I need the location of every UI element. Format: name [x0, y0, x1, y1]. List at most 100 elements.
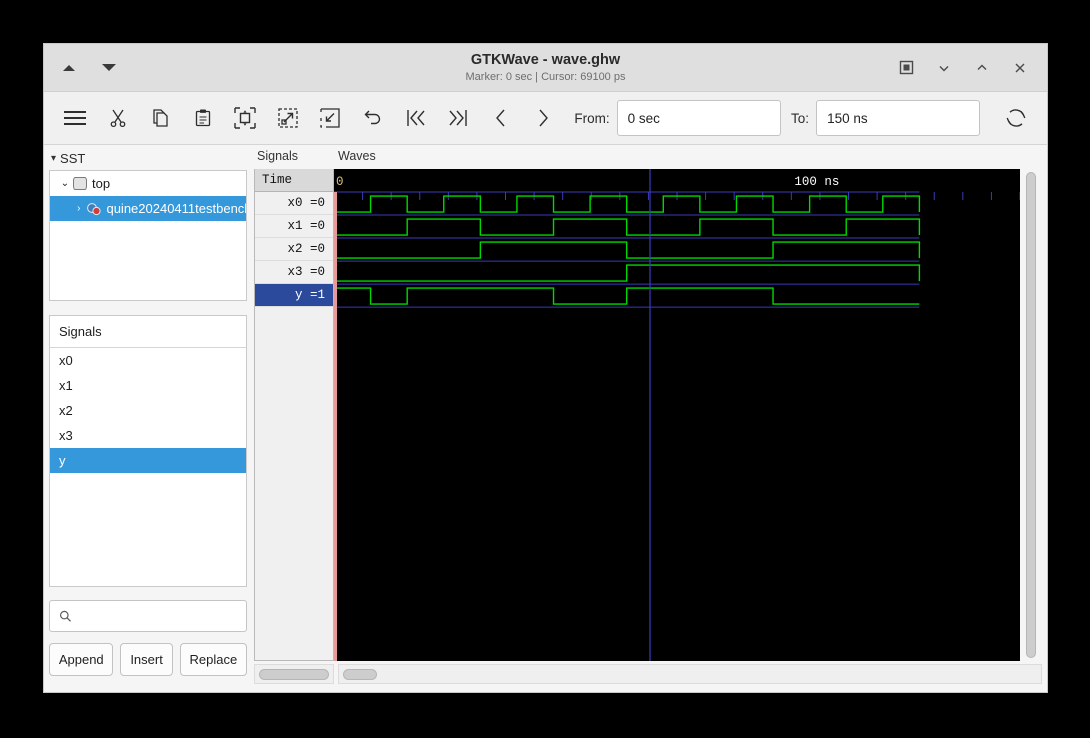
signal-list-item-x2[interactable]: x2: [50, 398, 246, 423]
signal-label: y: [59, 453, 66, 468]
cut-button[interactable]: [97, 98, 140, 138]
chevron-up-icon: [977, 64, 987, 70]
restore-icon: [899, 60, 913, 75]
wave-row-label-y[interactable]: y =1: [255, 284, 333, 307]
chevron-down-icon: ▾: [51, 153, 57, 164]
wave-vertical-scrollbar[interactable]: [1020, 169, 1042, 662]
triangle-up-icon: [63, 64, 75, 71]
signal-label: x3: [59, 428, 73, 443]
wave-panel: Signals Time x0 =0 x1 =0 x2 =0 x3 =0 y =…: [252, 145, 1047, 692]
main-body: ▾ SST ⌄ top › quine20240411testbench Sig…: [44, 145, 1047, 692]
toolbar: From: 0 sec To: 150 ns: [44, 92, 1047, 145]
wave-row-label-x2[interactable]: x2 =0: [255, 238, 333, 261]
signal-list-item-x0[interactable]: x0: [50, 348, 246, 373]
search-input[interactable]: [78, 607, 237, 625]
search-icon: [60, 610, 71, 622]
restore-button[interactable]: [895, 57, 917, 79]
zoom-in-button[interactable]: [267, 98, 310, 138]
go-first-icon: [406, 110, 425, 126]
wave-names-header: Signals: [257, 149, 298, 163]
insert-button[interactable]: Insert: [120, 643, 173, 676]
from-value: 0 sec: [627, 110, 660, 126]
action-button-row: Append Insert Replace: [49, 643, 248, 676]
reload-button[interactable]: [994, 98, 1037, 138]
menu-button[interactable]: [54, 98, 97, 138]
wave-canvas[interactable]: 0 100 ns: [334, 168, 1020, 662]
to-input[interactable]: 150 ns: [816, 100, 981, 136]
cut-icon: [110, 109, 126, 128]
tree-item-testbench[interactable]: › quine20240411testbench: [50, 196, 246, 221]
next-edge-button[interactable]: [522, 98, 565, 138]
nav-down-button[interactable]: [96, 55, 122, 81]
tree-item-label: top: [92, 176, 111, 191]
zoom-fit-button[interactable]: [224, 98, 267, 138]
reload-icon: [1006, 109, 1026, 127]
horizontal-scrollbars: [254, 664, 1042, 686]
module-icon: [73, 177, 87, 190]
instance-icon: [86, 202, 102, 216]
undo-button[interactable]: [352, 98, 395, 138]
tree-expander-icon[interactable]: ›: [72, 203, 85, 214]
prev-edge-button[interactable]: [479, 98, 522, 138]
waveform-plot[interactable]: 0 100 ns: [334, 168, 1020, 662]
signal-label: x2: [59, 403, 73, 418]
paste-button[interactable]: [182, 98, 225, 138]
append-button[interactable]: Append: [49, 643, 114, 676]
waves-hscrollbar[interactable]: [338, 664, 1042, 685]
to-label: To:: [791, 110, 810, 126]
copy-button[interactable]: [139, 98, 182, 138]
window-controls: [895, 57, 1047, 79]
go-first-button[interactable]: [394, 98, 437, 138]
copy-icon: [153, 109, 168, 127]
from-input[interactable]: 0 sec: [616, 100, 782, 136]
maximize-button[interactable]: [971, 57, 993, 79]
sst-tree[interactable]: ⌄ top › quine20240411testbench: [49, 170, 247, 301]
to-value: 150 ns: [827, 110, 868, 126]
signal-list-item-y[interactable]: y: [50, 448, 246, 473]
window-subtitle: Marker: 0 sec | Cursor: 69100 ps: [465, 70, 626, 83]
search-box[interactable]: [49, 600, 247, 632]
signal-label: x0: [59, 353, 73, 368]
names-hscrollbar[interactable]: [254, 664, 334, 685]
wave-row-label-x0[interactable]: x0 =0: [255, 192, 333, 215]
sst-header[interactable]: ▾ SST: [49, 149, 247, 170]
signal-list-item-x3[interactable]: x3: [50, 423, 246, 448]
window-title: GTKWave - wave.ghw: [470, 52, 621, 69]
tree-expander-icon[interactable]: ⌄: [58, 178, 72, 189]
wave-names-box[interactable]: Time x0 =0 x1 =0 x2 =0 x3 =0 y =1: [254, 169, 334, 662]
zoom-in-icon: [278, 108, 298, 128]
wave-time-header: Time: [255, 169, 333, 192]
zoom-out-icon: [320, 108, 341, 128]
tree-item-top[interactable]: ⌄ top: [50, 171, 246, 196]
signals-list[interactable]: x0 x1 x2 x3 y: [50, 348, 246, 586]
go-last-button[interactable]: [437, 98, 480, 138]
wave-top: Signals Time x0 =0 x1 =0 x2 =0 x3 =0 y =…: [254, 149, 1042, 662]
zoom-out-button[interactable]: [309, 98, 352, 138]
undo-icon: [364, 110, 381, 125]
names-scroll-thumb[interactable]: [259, 668, 329, 680]
signal-list-item-x1[interactable]: x1: [50, 373, 246, 398]
menu-icon: [64, 111, 87, 125]
title-bar: GTKWave - wave.ghw Marker: 0 sec | Curso…: [44, 44, 1047, 92]
close-button[interactable]: [1009, 57, 1031, 79]
from-label: From:: [574, 110, 610, 126]
waves-header: Waves: [338, 149, 376, 163]
replace-button[interactable]: Replace: [179, 643, 248, 676]
waves-scroll-thumb[interactable]: [343, 668, 377, 680]
tree-item-label: quine20240411testbench: [106, 201, 246, 216]
chevron-down-icon: [939, 65, 949, 71]
wave-row-label-x3[interactable]: x3 =0: [255, 261, 333, 284]
nav-up-button[interactable]: [56, 55, 82, 81]
signals-header: Signals: [50, 316, 246, 348]
go-last-icon: [449, 110, 467, 126]
minimize-button[interactable]: [933, 57, 955, 79]
wave-canvas-wrap: Waves 0 100 ns: [334, 149, 1020, 662]
vertical-scroll-thumb[interactable]: [1026, 172, 1036, 659]
close-icon: [1015, 63, 1025, 72]
chevron-right-icon: [539, 109, 549, 127]
left-panel: ▾ SST ⌄ top › quine20240411testbench Sig…: [44, 145, 252, 692]
svg-text:0: 0: [336, 175, 344, 189]
signal-label: x1: [59, 378, 73, 393]
wave-row-label-x1[interactable]: x1 =0: [255, 215, 333, 238]
paste-icon: [195, 109, 211, 127]
